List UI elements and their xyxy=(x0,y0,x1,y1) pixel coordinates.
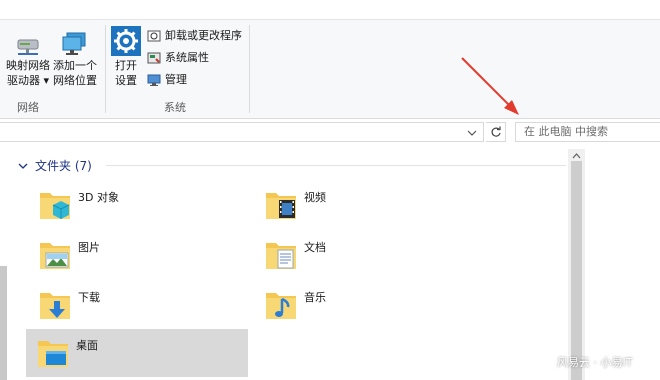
folder-label: 3D 对象 xyxy=(78,191,119,204)
content-pane: 文件夹 (7) 3D 对象 视频 图片 文档 下载 音乐 桌面 xyxy=(8,145,568,380)
folder-label: 下载 xyxy=(78,291,100,304)
folder-3d-objects-icon xyxy=(40,193,70,219)
map-network-drive-button[interactable]: 映射网络 驱动器 ▾ xyxy=(4,30,52,94)
network-drive-icon xyxy=(17,39,39,55)
section-title: 文件夹 (7) xyxy=(35,159,92,173)
ribbon-tab-strip xyxy=(0,0,660,20)
chevron-down-icon[interactable] xyxy=(467,128,477,138)
folder-label: 桌面 xyxy=(76,339,98,352)
section-header-folders[interactable]: 文件夹 (7) xyxy=(17,157,92,174)
open-settings-button[interactable]: 打开 设置 xyxy=(110,26,142,92)
uninstall-icon xyxy=(147,30,161,42)
folder-item-documents[interactable]: 文档 xyxy=(254,231,474,277)
folder-label: 图片 xyxy=(78,241,100,254)
content-scrollbar-thumb[interactable] xyxy=(571,161,582,380)
nav-pane-scrollbar-thumb[interactable] xyxy=(0,266,7,380)
network-location-icon xyxy=(62,32,86,55)
folder-documents-icon xyxy=(266,243,296,269)
add-network-location-button[interactable]: 添加一个 网络位置 xyxy=(52,30,98,94)
address-bar[interactable] xyxy=(0,122,484,142)
folder-music-icon xyxy=(266,293,296,319)
folder-item-music[interactable]: 音乐 xyxy=(254,281,474,327)
computer-management-icon xyxy=(147,74,161,86)
ribbon: 映射网络 驱动器 ▾ 添加一个 网络位置 网络 打开 设置 卸载或更改程序 系统… xyxy=(0,0,660,119)
folder-desktop-icon xyxy=(38,341,68,367)
folder-pictures-icon xyxy=(40,243,70,269)
folder-item-downloads[interactable]: 下载 xyxy=(28,281,248,327)
folder-item-videos[interactable]: 视频 xyxy=(254,181,474,227)
manage-button[interactable]: 管理 xyxy=(147,73,187,87)
system-properties-button[interactable]: 系统属性 xyxy=(147,51,209,65)
open-settings-label-1: 打开 xyxy=(115,59,137,72)
group-label-system: 系统 xyxy=(164,101,186,114)
uninstall-label: 卸载或更改程序 xyxy=(165,29,242,42)
system-properties-label: 系统属性 xyxy=(165,51,209,64)
manage-label: 管理 xyxy=(165,73,187,86)
map-drive-label-2: 驱动器 ▾ xyxy=(6,74,50,87)
file-explorer-window: 映射网络 驱动器 ▾ 添加一个 网络位置 网络 打开 设置 卸载或更改程序 系统… xyxy=(0,0,660,380)
chevron-down-icon xyxy=(18,163,28,169)
open-settings-label-2: 设置 xyxy=(115,74,137,87)
folder-item-desktop[interactable]: 桌面 xyxy=(26,329,248,377)
folder-item-pictures[interactable]: 图片 xyxy=(28,231,248,277)
group-separator xyxy=(249,25,250,113)
folder-label: 音乐 xyxy=(304,291,326,304)
section-divider xyxy=(106,165,566,166)
system-properties-icon xyxy=(147,52,161,64)
folder-label: 视频 xyxy=(304,191,326,204)
map-drive-label-1: 映射网络 xyxy=(6,59,50,72)
address-row: 在 此电脑 中搜索 xyxy=(0,119,660,145)
watermark: 风易云 · 小易IT xyxy=(557,356,633,369)
folder-item-3d-objects[interactable]: 3D 对象 xyxy=(28,181,248,227)
uninstall-programs-button[interactable]: 卸载或更改程序 xyxy=(147,29,242,43)
add-location-label-2: 网络位置 xyxy=(53,74,97,87)
group-label-network: 网络 xyxy=(17,101,39,114)
add-location-label-1: 添加一个 xyxy=(53,59,97,72)
folder-videos-icon xyxy=(266,193,296,219)
refresh-button[interactable] xyxy=(486,122,506,142)
gear-icon xyxy=(111,26,141,56)
search-input[interactable]: 在 此电脑 中搜索 xyxy=(515,122,660,142)
group-separator xyxy=(105,25,106,113)
refresh-icon xyxy=(491,126,501,137)
folder-label: 文档 xyxy=(304,241,326,254)
scroll-up-icon[interactable] xyxy=(568,151,585,161)
folder-downloads-icon xyxy=(40,293,70,319)
